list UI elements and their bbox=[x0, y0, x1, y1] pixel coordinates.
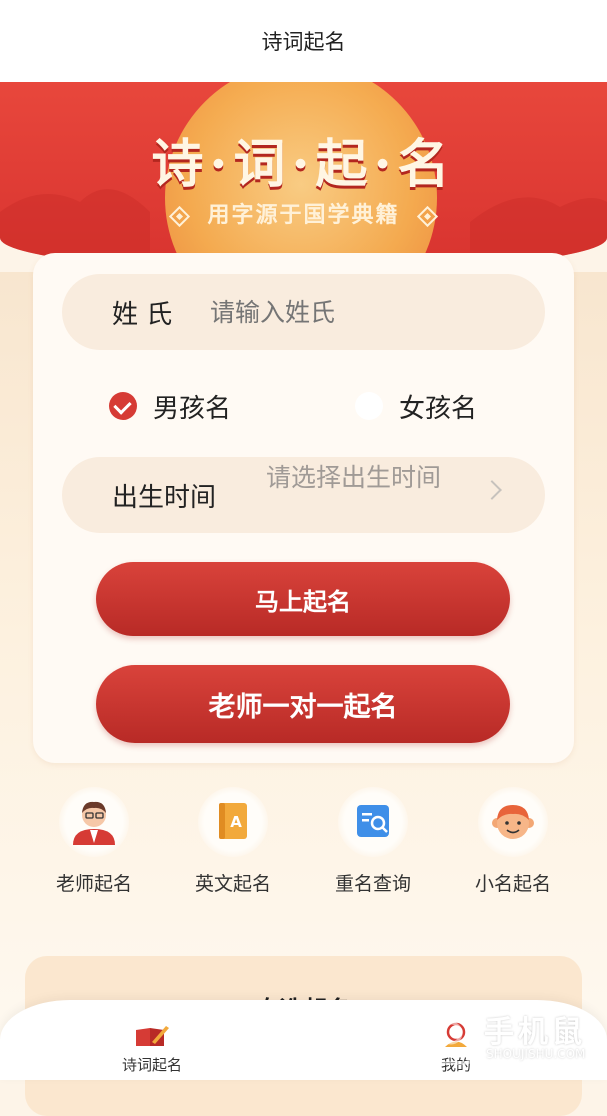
quick-action-label: 小名起名 bbox=[474, 873, 551, 895]
chevron-right-icon bbox=[482, 480, 502, 500]
quick-action-label: 老师起名 bbox=[55, 873, 132, 895]
child-face-icon bbox=[478, 787, 548, 857]
naming-form-card: 姓 氏 男孩名 女孩名 出生时间 请选择出生时间 马上起名 老师一对一起名 bbox=[33, 253, 574, 763]
quick-action-label: 重名查询 bbox=[334, 873, 411, 895]
hero-banner: 诗·词·起·名 用字源于国学典籍 bbox=[0, 82, 607, 272]
quick-action-teacher[interactable]: 老师起名 bbox=[34, 787, 154, 896]
teacher-naming-button[interactable]: 老师一对一起名 bbox=[96, 665, 510, 743]
page-title: 诗词起名 bbox=[261, 30, 346, 54]
search-duplicate-icon bbox=[338, 787, 408, 857]
gender-option-label: 男孩名 bbox=[153, 393, 232, 424]
birth-time-label: 出生时间 bbox=[112, 482, 217, 513]
unchecked-radio-icon bbox=[355, 392, 383, 420]
tab-poetry-naming[interactable]: 诗词起名 bbox=[92, 1022, 212, 1075]
poetry-name-icon bbox=[92, 1022, 212, 1048]
banner-subtitle: 用字源于国学典籍 bbox=[0, 197, 607, 229]
gender-option-boy[interactable]: 男孩名 bbox=[109, 381, 231, 431]
start-naming-button[interactable]: 马上起名 bbox=[96, 562, 510, 636]
teacher-icon bbox=[59, 787, 129, 857]
checked-radio-icon bbox=[109, 392, 137, 420]
top-bar: 诗词起名 bbox=[0, 0, 607, 82]
surname-label: 姓 氏 bbox=[112, 299, 173, 330]
svg-text:A: A bbox=[230, 813, 242, 831]
quick-action-english[interactable]: A 英文起名 bbox=[173, 787, 293, 896]
quick-action-duplicate[interactable]: 重名查询 bbox=[313, 787, 433, 896]
surname-field[interactable]: 姓 氏 bbox=[62, 274, 545, 350]
banner-title: 诗·词·起·名 bbox=[151, 134, 456, 195]
tab-label: 诗词起名 bbox=[121, 1056, 182, 1074]
watermark-text: 手机鼠 bbox=[484, 1015, 586, 1050]
birth-time-field[interactable]: 出生时间 请选择出生时间 bbox=[62, 457, 545, 533]
birth-time-placeholder: 请选择出生时间 bbox=[266, 463, 442, 492]
quick-action-nickname[interactable]: 小名起名 bbox=[453, 787, 573, 896]
watermark: 手机鼠 SHOUJISHU.COM bbox=[426, 1005, 601, 1067]
gender-option-label: 女孩名 bbox=[399, 393, 478, 424]
banner-subtitle-text: 用字源于国学典籍 bbox=[207, 202, 400, 228]
watermark-sub: SHOUJISHU.COM bbox=[486, 1047, 586, 1061]
gender-option-girl[interactable]: 女孩名 bbox=[355, 381, 477, 431]
diamond-right-icon bbox=[416, 205, 438, 227]
diamond-left-icon bbox=[169, 205, 191, 227]
surname-input[interactable] bbox=[210, 274, 510, 350]
quick-action-label: 英文起名 bbox=[194, 873, 271, 895]
english-name-icon: A bbox=[198, 787, 268, 857]
